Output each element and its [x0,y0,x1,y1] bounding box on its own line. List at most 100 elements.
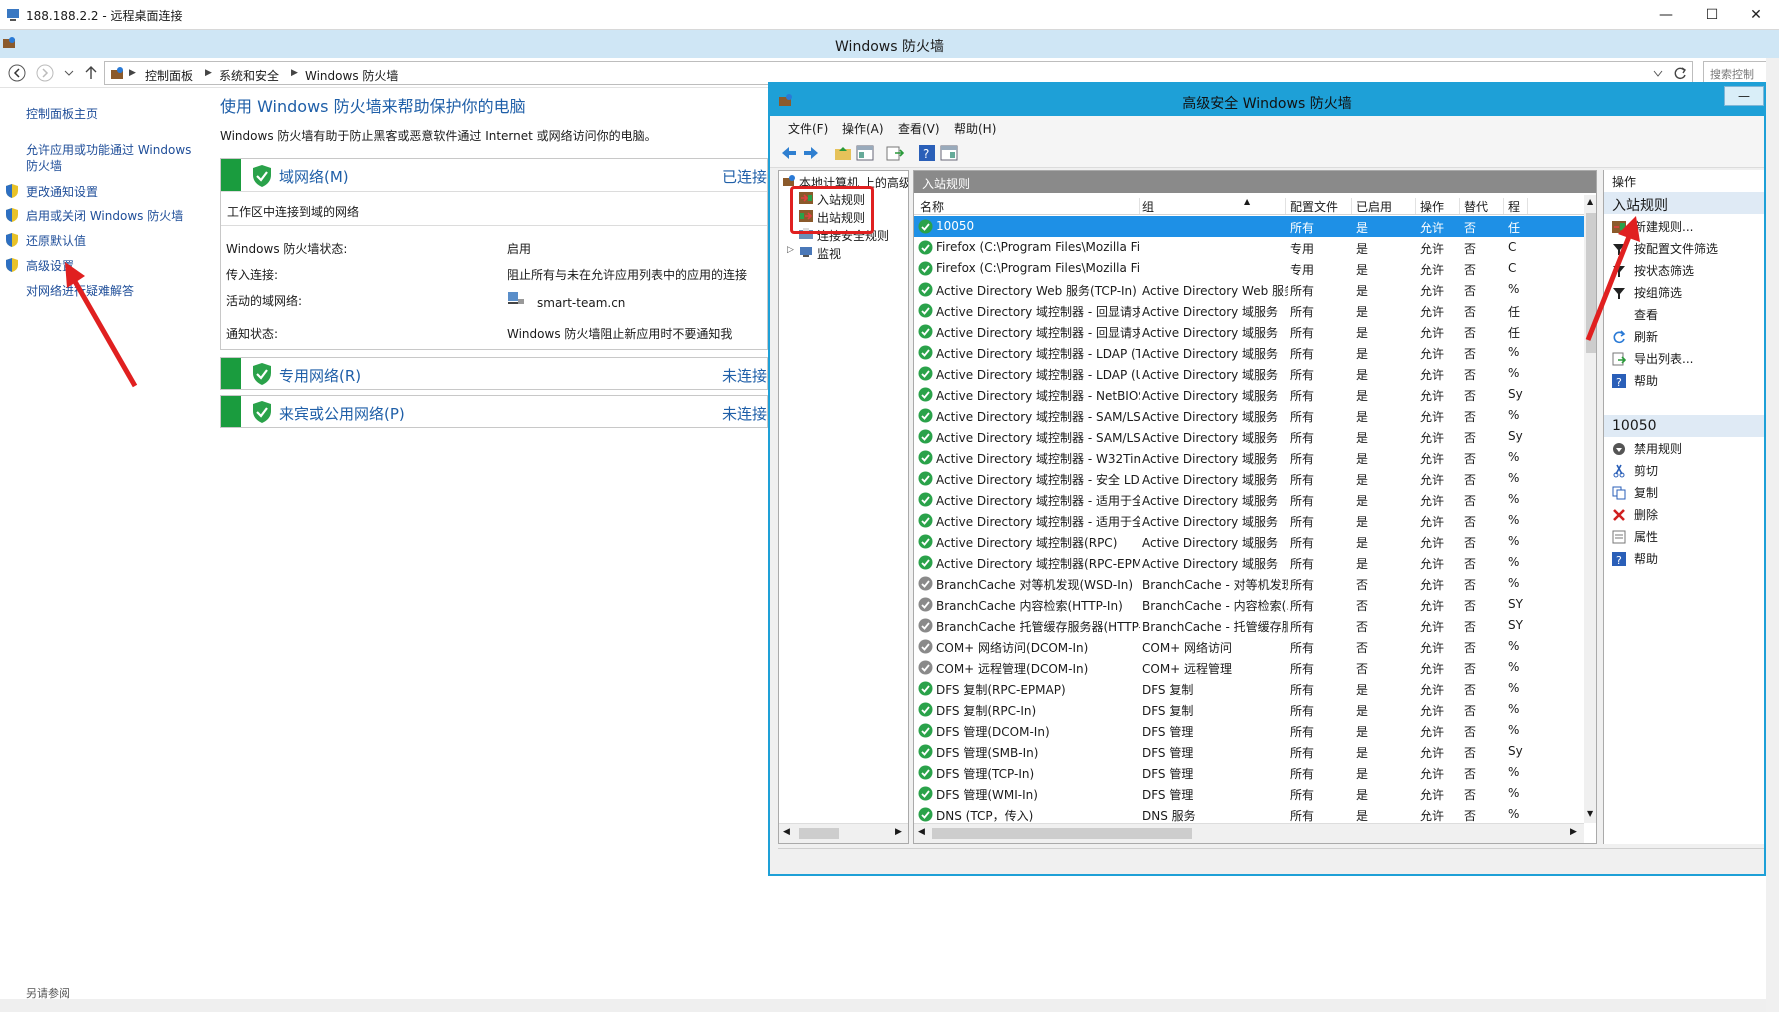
action-item[interactable]: 按状态筛选 [1634,262,1694,279]
scroll-thumb[interactable] [799,828,839,839]
nav-change-notifications[interactable]: 更改通知设置 [26,184,98,200]
action-item[interactable]: 帮助 [1634,372,1658,389]
nav-toggle-firewall[interactable]: 启用或关闭 Windows 防火墙 [26,208,183,224]
table-row[interactable]: Firefox (C:\Program Files\Mozilla Fire..… [914,258,1584,279]
breadcrumb-windows-firewall[interactable]: Windows 防火墙 [305,67,398,84]
forward-icon[interactable] [36,64,54,82]
minimize-button[interactable]: — [1643,0,1689,30]
table-row[interactable]: DFS 复制(RPC-EPMAP) DFS 复制 所有 是 允许 否% [914,678,1584,699]
table-row[interactable]: DFS 管理(TCP-In) DFS 管理 所有 是 允许 否% [914,762,1584,783]
rule-enabled: 是 [1356,326,1369,340]
action-item[interactable]: 剪切 [1634,462,1658,479]
nav-control-panel-home[interactable]: 控制面板主页 [26,106,98,122]
help-icon[interactable]: ? [918,144,936,162]
table-row[interactable]: Active Directory 域控制器 - SAM/LSA (...Acti… [914,405,1584,426]
table-row[interactable]: Active Directory 域控制器 - 安全 LDAP...Active… [914,468,1584,489]
outer-hscroll[interactable] [0,999,1766,1012]
col-program[interactable]: 程 [1508,198,1528,214]
show-hide-actions-icon[interactable] [940,144,958,162]
outer-vscroll[interactable] [1766,58,1779,1012]
tree-monitor[interactable]: 监视 [817,245,841,262]
recent-dropdown-icon[interactable] [64,68,74,78]
action-item[interactable]: 帮助 [1634,550,1658,567]
table-row[interactable]: Active Directory 域控制器 - W32Time ...Activ… [914,447,1584,468]
table-row[interactable]: DFS 复制(RPC-In) DFS 复制 所有 是 允许 否% [914,699,1584,720]
actions-section-inbound[interactable]: 入站规则 [1604,192,1764,214]
col-action[interactable]: 操作 [1420,198,1460,214]
back-icon[interactable] [8,64,26,82]
breadcrumb-system-security[interactable]: 系统和安全 [219,67,279,84]
table-row[interactable]: Active Directory Web 服务(TCP-In) Active Di… [914,279,1584,300]
show-hide-tree-icon[interactable] [856,144,874,162]
table-row[interactable]: Active Directory 域控制器 - LDAP (UD...Activ… [914,363,1584,384]
action-item[interactable]: 属性 [1634,528,1658,545]
public-network-title[interactable]: 来宾或公用网络(P) [279,403,405,424]
scroll-down-icon[interactable]: ▼ [1587,809,1593,818]
menu-view[interactable]: 查看(V) [898,120,940,137]
private-network-title[interactable]: 专用网络(R) [279,365,361,386]
tree-hscroll[interactable]: ◀ ▶ [779,823,908,843]
scroll-up-icon[interactable]: ▲ [1587,197,1593,206]
menu-file[interactable]: 文件(F) [788,120,828,137]
breadcrumb-control-panel[interactable]: 控制面板 [145,67,193,84]
close-button[interactable]: ✕ [1733,0,1779,30]
mmc-minimize-button[interactable]: — [1724,86,1764,106]
scroll-right-icon[interactable]: ▶ [1570,827,1577,837]
scroll-right-icon[interactable]: ▶ [895,827,902,837]
table-row[interactable]: DFS 管理(DCOM-In) DFS 管理 所有 是 允许 否% [914,720,1584,741]
table-row[interactable]: Firefox (C:\Program Files\Mozilla Fire..… [914,237,1584,258]
scroll-thumb[interactable] [932,828,1192,839]
forward-arrow-icon[interactable] [802,144,820,162]
table-row[interactable]: BranchCache 内容检索(HTTP-In) BranchCache - 内… [914,594,1584,615]
tree-expand-icon[interactable]: ▷ [787,245,794,255]
rules-hscroll[interactable]: ◀ ▶ [914,823,1584,843]
export-icon[interactable] [886,144,904,162]
table-row[interactable]: DFS 管理(WMI-In) DFS 管理 所有 是 允许 否% [914,783,1584,804]
table-row[interactable]: Active Directory 域控制器 - 适用于全局...Active D… [914,489,1584,510]
maximize-button[interactable]: ☐ [1689,0,1735,30]
action-item[interactable]: 删除 [1634,506,1658,523]
actions-section-selected[interactable]: 10050 [1604,415,1764,437]
address-dropdown-icon[interactable] [1653,70,1663,78]
rule-enabled-icon [918,366,933,381]
table-row[interactable]: Active Directory 域控制器 - SAM/LSA (...Acti… [914,426,1584,447]
table-row[interactable]: 10050 所有 是 允许 否 任 [914,216,1584,237]
table-row[interactable]: COM+ 远程管理(DCOM-In) COM+ 远程管理 所有 否 允许 否% [914,657,1584,678]
back-arrow-icon[interactable] [780,144,798,162]
table-row[interactable]: DNS (TCP，传入) DNS 服务 所有 是 允许 否% [914,804,1584,825]
menu-action[interactable]: 操作(A) [842,120,884,137]
action-item[interactable]: 新建规则... [1634,218,1693,235]
menu-help[interactable]: 帮助(H) [954,120,996,137]
scroll-left-icon[interactable]: ◀ [783,827,790,837]
col-group[interactable]: 组 [1142,198,1286,214]
col-profile[interactable]: 配置文件 [1290,198,1352,214]
table-row[interactable]: Active Directory 域控制器 - 回显请求(I...Active … [914,321,1584,342]
table-row[interactable]: BranchCache 托管缓存服务器(HTTP-In) BranchCache … [914,615,1584,636]
table-row[interactable]: Active Directory 域控制器 - 适用于全局...Active D… [914,510,1584,531]
table-row[interactable]: DFS 管理(SMB-In) DFS 管理 所有 是 允许 否 Sy [914,741,1584,762]
rule-override: 否 [1464,389,1477,403]
col-name[interactable]: 名称 [920,198,1140,214]
nav-allow-apps[interactable]: 允许应用或功能通过 Windows 防火墙 [26,142,201,174]
folder-up-icon[interactable] [834,144,852,162]
domain-network-title[interactable]: 域网络(M) [279,166,349,187]
refresh-icon[interactable] [1673,66,1687,80]
action-item[interactable]: 导出列表... [1634,350,1693,367]
table-row[interactable]: Active Directory 域控制器 - NetBIOS ... Activ… [914,384,1584,405]
col-override[interactable]: 替代 [1464,198,1504,214]
table-row[interactable]: Active Directory 域控制器(RPC-EPMAP) Active D… [914,552,1584,573]
nav-restore-defaults[interactable]: 还原默认值 [26,233,86,249]
table-row[interactable]: Active Directory 域控制器 - LDAP (TCP...Acti… [914,342,1584,363]
table-row[interactable]: Active Directory 域控制器(RPC) Active Directo… [914,531,1584,552]
action-item[interactable]: 禁用规则 [1634,440,1682,457]
table-row[interactable]: BranchCache 对等机发现(WSD-In) BranchCache - 对… [914,573,1584,594]
table-row[interactable]: COM+ 网络访问(DCOM-In) COM+ 网络访问 所有 否 允许 否% [914,636,1584,657]
action-item[interactable]: 复制 [1634,484,1658,501]
action-item[interactable]: 按配置文件筛选 [1634,240,1718,257]
col-enabled[interactable]: 已启用 [1356,198,1416,214]
scroll-left-icon[interactable]: ◀ [918,827,925,837]
up-icon[interactable] [84,65,98,81]
table-row[interactable]: Active Directory 域控制器 - 回显请求(I...Active … [914,300,1584,321]
rule-profile: 所有 [1290,284,1315,298]
cut-icon [1613,464,1625,478]
